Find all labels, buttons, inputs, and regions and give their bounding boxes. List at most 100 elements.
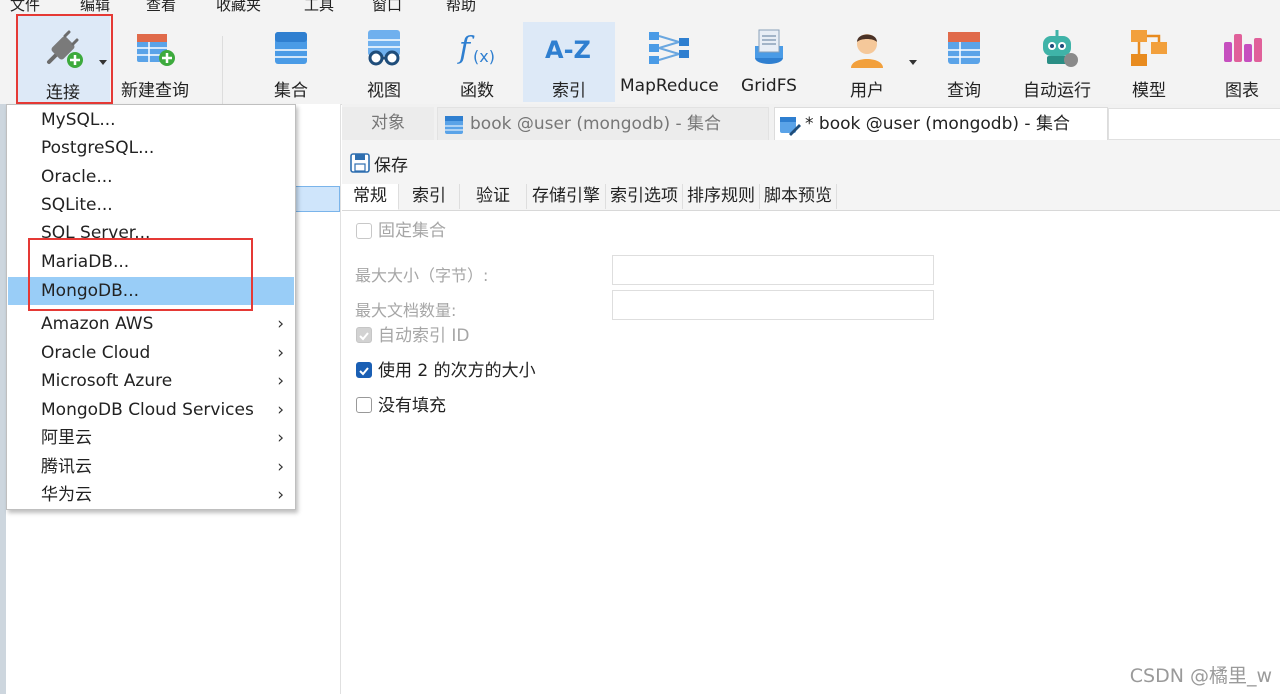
auto-index-id-checkbox[interactable] [356, 327, 372, 343]
capped-checkbox[interactable] [356, 223, 372, 239]
function-button[interactable]: f (x) 函数 [434, 28, 520, 112]
new-query-icon [137, 34, 175, 66]
query-label: 查询 [947, 81, 981, 101]
subtab-general[interactable]: 常规 [342, 184, 399, 210]
model-button[interactable]: 模型 [1106, 28, 1192, 112]
chart-label: 图表 [1225, 81, 1259, 101]
query-icon [948, 32, 980, 64]
function-icon: f (x) [457, 31, 495, 66]
menu-help[interactable]: 帮助 [446, 0, 476, 14]
mapreduce-icon [649, 32, 689, 64]
tab-book-label: book @user (mongodb) - 集合 [470, 114, 722, 134]
subtab-validation[interactable]: 验证 [460, 184, 527, 209]
new-query-button[interactable]: 新建查询 [112, 28, 198, 112]
collection-label: 集合 [274, 81, 308, 101]
selected-tree-item[interactable] [290, 186, 340, 212]
menu-bar: 文件 编辑 查看 收藏夹 工具 窗口 帮助 [0, 0, 1280, 14]
no-padding-label: 没有填充 [378, 396, 446, 416]
collection-tab-icon [445, 116, 463, 134]
svg-text:(x): (x) [473, 47, 495, 66]
property-tabs: 常规 索引 验证 存储引擎 索引选项 排序规则 脚本预览 [342, 184, 1280, 211]
subtab-index-options[interactable]: 索引选项 [606, 184, 683, 209]
save-label: 保存 [374, 155, 408, 176]
gridfs-label: GridFS [741, 76, 797, 96]
new-query-label: 新建查询 [121, 81, 189, 101]
save-button[interactable]: 保存 [350, 150, 408, 176]
gridfs-button[interactable]: GridFS [726, 28, 812, 112]
power-of-2-checkbox[interactable] [356, 362, 372, 378]
robot-icon [1043, 30, 1078, 67]
automation-button[interactable]: 自动运行 [1014, 28, 1100, 112]
index-button[interactable]: A-Z 索引 [523, 22, 615, 102]
view-glasses-icon [368, 30, 400, 66]
menu-item-microsoft-azure[interactable]: Microsoft Azure › [8, 367, 294, 395]
submenu-arrow-icon: › [277, 314, 284, 334]
subtab-storage-engine[interactable]: 存储引擎 [527, 184, 606, 209]
menu-item-aliyun[interactable]: 阿里云 › [8, 424, 294, 452]
function-label: 函数 [460, 81, 494, 101]
auto-index-id-label: 自动索引 ID [378, 326, 470, 346]
max-size-input[interactable] [612, 255, 934, 285]
menu-item-mongodb-cloud[interactable]: MongoDB Cloud Services › [8, 396, 294, 424]
menu-item-huawei-cloud[interactable]: 华为云 › [8, 481, 294, 509]
tab-book-collection[interactable]: book @user (mongodb) - 集合 [437, 107, 769, 142]
annotation-box-mongodb [28, 238, 253, 311]
menu-item-oracle-cloud[interactable]: Oracle Cloud › [8, 339, 294, 367]
menu-item-sqlite[interactable]: SQLite... [8, 191, 294, 219]
chart-icon [1224, 34, 1262, 62]
tab-objects[interactable]: 对象 [342, 107, 434, 140]
user-button[interactable]: 用户 [824, 28, 910, 112]
subtab-collation[interactable]: 排序规则 [683, 184, 760, 209]
index-label: 索引 [552, 81, 586, 101]
gridfs-icon [755, 29, 783, 64]
tab-book-edit-label: * book @user (mongodb) - 集合 [805, 114, 1070, 134]
no-padding-checkbox[interactable] [356, 397, 372, 413]
menu-edit[interactable]: 编辑 [80, 0, 110, 14]
query-button[interactable]: 查询 [921, 28, 1007, 112]
menu-item-oracle[interactable]: Oracle... [8, 163, 294, 191]
model-label: 模型 [1132, 81, 1166, 101]
tab-search-field[interactable] [1108, 108, 1280, 140]
editor-toolbar [342, 140, 1280, 184]
submenu-arrow-icon: › [277, 400, 284, 420]
max-docs-input[interactable] [612, 290, 934, 320]
menu-view[interactable]: 查看 [146, 0, 176, 14]
mapreduce-button[interactable]: MapReduce [620, 28, 719, 112]
index-az-icon: A-Z [545, 36, 591, 64]
submenu-arrow-icon: › [277, 343, 284, 363]
menu-favorites[interactable]: 收藏夹 [216, 0, 261, 14]
menu-item-amazon-aws[interactable]: Amazon AWS › [8, 310, 294, 338]
view-button[interactable]: 视图 [341, 28, 427, 112]
menu-item-tencent-cloud[interactable]: 腾讯云 › [8, 453, 294, 481]
mapreduce-label: MapReduce [620, 76, 719, 96]
check-icon [359, 367, 369, 376]
menu-tools[interactable]: 工具 [304, 0, 334, 14]
menu-item-postgresql[interactable]: PostgreSQL... [8, 134, 294, 162]
collection-icon [275, 32, 307, 64]
submenu-arrow-icon: › [277, 428, 284, 448]
save-icon [350, 153, 370, 173]
chart-button[interactable]: 图表 [1199, 28, 1280, 112]
menu-window[interactable]: 窗口 [372, 0, 402, 14]
user-dropdown-caret[interactable] [909, 60, 917, 65]
watermark: CSDN @橘里_w [1129, 665, 1272, 687]
submenu-arrow-icon: › [277, 371, 284, 391]
automation-label: 自动运行 [1023, 81, 1091, 101]
svg-text:A-Z: A-Z [545, 36, 591, 64]
annotation-box-connect [16, 14, 113, 104]
user-icon [851, 34, 883, 68]
submenu-arrow-icon: › [277, 485, 284, 505]
check-icon [359, 332, 369, 341]
tab-book-collection-edit[interactable]: * book @user (mongodb) - 集合 [774, 107, 1108, 141]
view-label: 视图 [367, 81, 401, 101]
model-icon [1131, 30, 1167, 66]
submenu-arrow-icon: › [277, 457, 284, 477]
collection-button[interactable]: 集合 [248, 28, 334, 112]
capped-label: 固定集合 [378, 221, 446, 241]
menu-item-mysql[interactable]: MySQL... [8, 106, 294, 134]
toolbar-separator [222, 36, 223, 112]
subtab-script-preview[interactable]: 脚本预览 [760, 184, 837, 209]
subtab-indexes[interactable]: 索引 [399, 184, 460, 209]
menu-file[interactable]: 文件 [10, 0, 40, 14]
edit-collection-tab-icon [780, 117, 801, 136]
